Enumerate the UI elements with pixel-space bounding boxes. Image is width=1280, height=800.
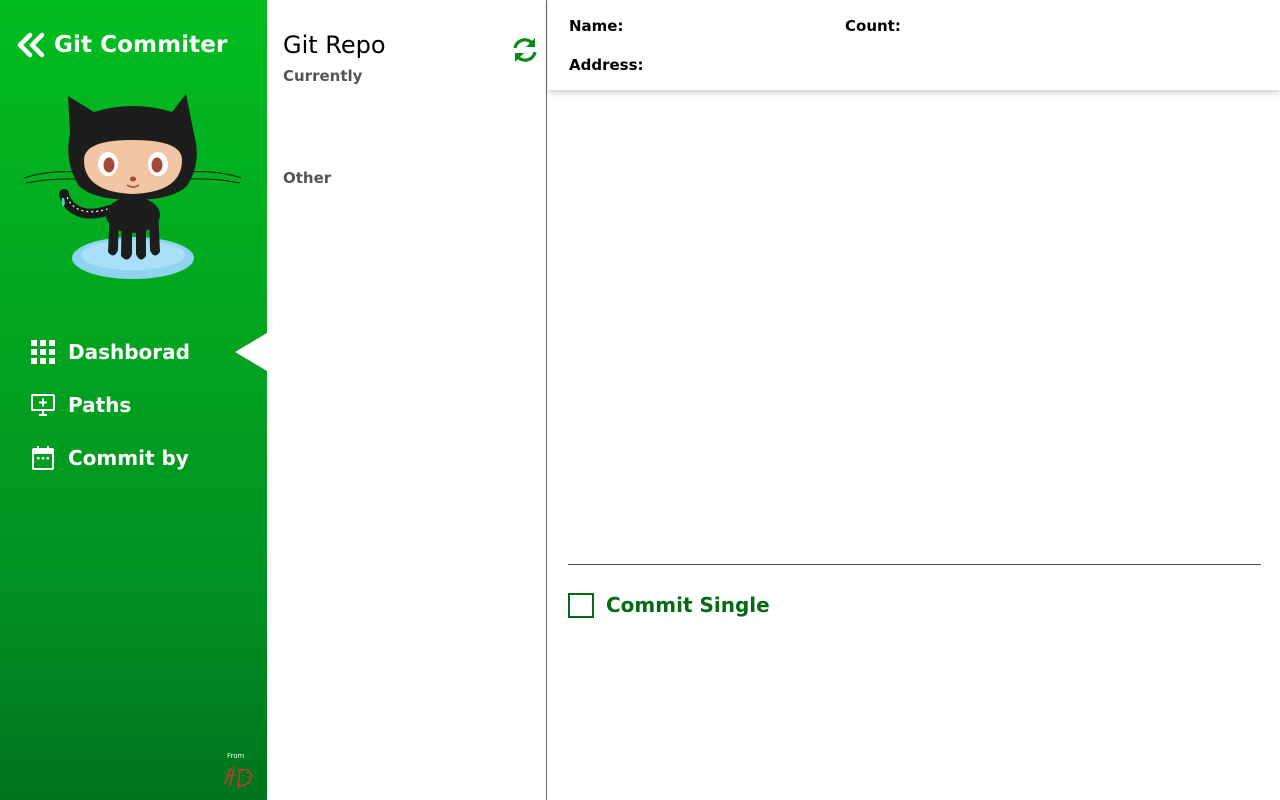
calendar-icon [32,446,54,470]
active-nav-indicator [235,333,267,371]
commit-single-checkbox[interactable] [568,592,594,618]
divider [568,564,1261,565]
grid-icon [31,340,55,364]
sidebar-item-dashboard[interactable]: Dashborad [30,336,250,368]
author-signature: From [219,752,259,792]
sidebar-item-commit-by[interactable]: Commit by [30,442,250,474]
app-title: Git Commiter [54,32,228,58]
section-label-other: Other [283,169,332,187]
address-label: Address: [569,56,644,74]
refresh-icon[interactable] [511,37,539,63]
octocat-illustration [23,94,242,279]
sidebar-item-label: Paths [68,393,132,417]
repo-panel-title: Git Repo [283,31,386,59]
name-label: Name: [569,17,624,35]
section-label-currently: Currently [283,67,363,85]
sidebar-item-label: Dashborad [68,340,190,364]
count-label: Count: [845,17,901,35]
monitor-add-icon [31,394,55,416]
double-chevron-left-icon[interactable] [16,32,46,58]
from-label: From [227,752,245,760]
commit-single-toggle[interactable]: Commit Single [568,590,770,620]
details-header: Name: Count: Address: [548,0,1280,90]
signature-logo [224,766,252,789]
commit-single-label: Commit Single [606,593,770,617]
sidebar-item-paths[interactable]: Paths [30,389,250,421]
sidebar-item-label: Commit by [68,446,189,470]
repo-panel: Git Repo Currently Other [267,0,547,800]
sidebar: Git Commiter Dashborad Paths Commit by F… [0,0,267,800]
app-header[interactable]: Git Commiter [16,30,227,60]
